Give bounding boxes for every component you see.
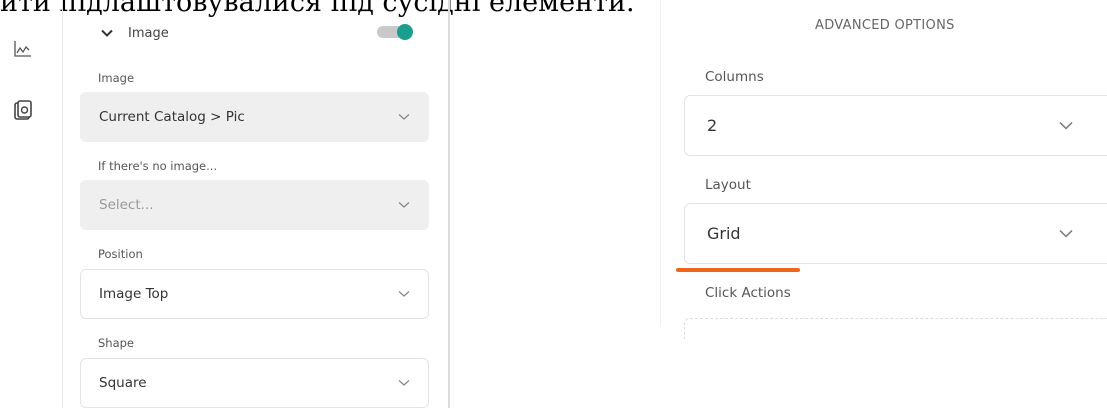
caret-down-icon xyxy=(398,380,410,386)
no-image-placeholder: Select... xyxy=(99,197,154,213)
advanced-options-title: ADVANCED OPTIONS xyxy=(815,18,955,33)
image-source-select[interactable]: Current Catalog > Pic xyxy=(80,92,429,142)
highlight-underline xyxy=(676,268,800,272)
caret-down-icon xyxy=(398,114,410,120)
no-image-select[interactable]: Select... xyxy=(80,180,429,230)
rail-divider xyxy=(62,0,63,408)
click-actions-dropzone[interactable] xyxy=(684,318,1107,339)
columns-select[interactable]: 2 xyxy=(684,95,1107,156)
no-image-field-label: If there's no image... xyxy=(98,159,218,173)
right-panel-edge xyxy=(660,0,661,325)
panel-divider[interactable] xyxy=(448,0,450,408)
caret-down-icon xyxy=(1059,229,1073,238)
chart-icon[interactable] xyxy=(12,38,34,60)
position-select[interactable]: Image Top xyxy=(80,269,429,319)
shape-value: Square xyxy=(99,375,147,391)
shape-select[interactable]: Square xyxy=(80,358,429,408)
shape-field-label: Shape xyxy=(98,336,135,350)
toggle-knob xyxy=(397,24,413,40)
layout-field-label: Layout xyxy=(705,177,751,193)
overlay-caption-text: ити підлаштовувалися під сусідні елемент… xyxy=(0,0,635,18)
position-value: Image Top xyxy=(99,286,169,302)
image-toggle[interactable] xyxy=(377,24,413,40)
chevron-down-icon xyxy=(101,29,113,37)
caret-down-icon xyxy=(1059,121,1073,130)
document-icon[interactable] xyxy=(12,100,34,122)
columns-field-label: Columns xyxy=(705,69,764,85)
layout-value: Grid xyxy=(707,224,741,243)
caret-down-icon xyxy=(398,291,410,297)
click-actions-field-label: Click Actions xyxy=(705,285,791,301)
caret-down-icon xyxy=(398,202,410,208)
layout-select[interactable]: Grid xyxy=(684,203,1107,264)
image-field-label: Image xyxy=(98,71,135,85)
columns-value: 2 xyxy=(707,116,718,135)
section-title: Image xyxy=(128,25,169,41)
image-source-value: Current Catalog > Pic xyxy=(99,109,245,125)
image-section-header[interactable]: Image xyxy=(100,22,169,44)
position-field-label: Position xyxy=(98,247,143,261)
